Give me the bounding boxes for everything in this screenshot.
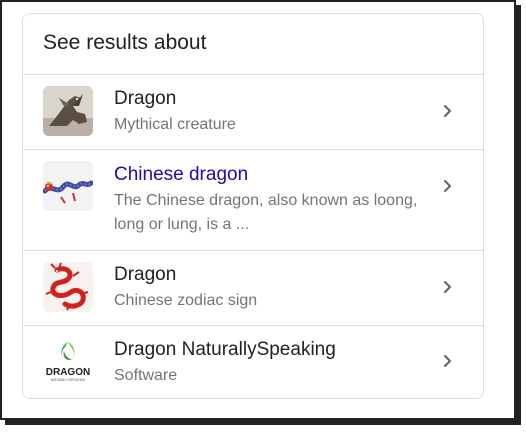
result-item-text: Dragon NaturallySpeaking Software <box>114 338 433 388</box>
result-item-title[interactable]: Dragon NaturallySpeaking <box>114 338 433 362</box>
result-item-subtitle: Chinese zodiac sign <box>114 292 258 309</box>
result-item-text: Dragon Chinese zodiac sign <box>114 263 433 313</box>
chevron-right-icon[interactable] <box>441 179 455 193</box>
svg-text:NATURALLYSPEAKING: NATURALLYSPEAKING <box>51 378 86 382</box>
result-item-subtitle: Mythical creature <box>114 116 236 133</box>
result-item-dragon-mythical[interactable]: Dragon Mythical creature <box>23 75 483 150</box>
card-title: See results about <box>43 31 207 54</box>
see-results-about-card: See results about Dragon Mythical creatu… <box>22 13 484 399</box>
chevron-right-icon[interactable] <box>441 280 455 294</box>
svg-text:DRAGON: DRAGON <box>46 367 90 378</box>
screenshot-frame: See results about Dragon Mythical creatu… <box>0 0 516 420</box>
result-item-chinese-dragon[interactable]: Chinese dragon The Chinese dragon, also … <box>23 150 483 251</box>
result-item-dragon-naturallyspeaking[interactable]: DRAGON NATURALLYSPEAKING Dragon Naturall… <box>23 326 483 398</box>
result-item-title-link[interactable]: Chinese dragon <box>114 163 433 187</box>
dragon-statue-thumbnail <box>43 86 93 136</box>
result-item-dragon-zodiac[interactable]: Dragon Chinese zodiac sign <box>23 251 483 326</box>
result-item-title[interactable]: Dragon <box>114 263 433 287</box>
chinese-dragon-thumbnail <box>43 161 93 211</box>
result-item-text: Dragon Mythical creature <box>114 87 433 137</box>
result-item-title[interactable]: Dragon <box>114 87 433 111</box>
card-header: See results about <box>23 14 483 75</box>
result-item-subtitle: The Chinese dragon, also known as loong,… <box>114 192 418 233</box>
chevron-right-icon[interactable] <box>441 354 455 368</box>
result-item-subtitle: Software <box>114 367 178 384</box>
dragon-naturallyspeaking-logo: DRAGON NATURALLYSPEAKING <box>43 337 93 387</box>
result-item-text: Chinese dragon The Chinese dragon, also … <box>114 163 433 237</box>
chevron-right-icon[interactable] <box>441 104 455 118</box>
red-dragon-thumbnail <box>43 262 93 312</box>
